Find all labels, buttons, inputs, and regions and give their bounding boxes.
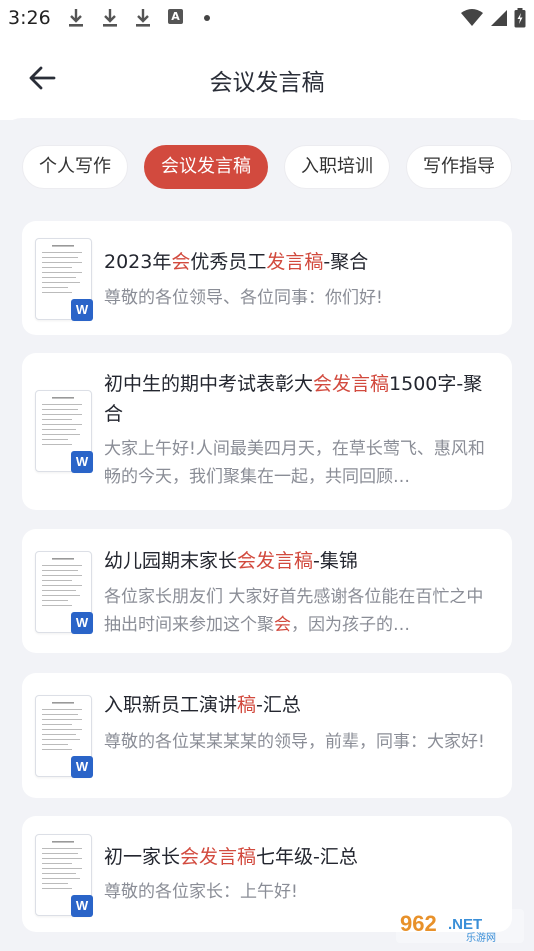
content-panel: 个人写作 会议发言稿 入职培训 写作指导 W 2023年会优秀员工发言稿-聚合 …: [0, 118, 534, 951]
article-summary: 尊敬的各位领导、各位同事：你们好!: [104, 288, 383, 308]
article-summary: 大家上午好!人间最美四月天，在草长莺飞、惠风和畅的今天，我们聚集在一起，共同回顾…: [104, 439, 485, 487]
dot-icon: [204, 15, 210, 21]
document-thumbnail: W: [35, 834, 93, 917]
article-title: 幼儿园期末家长会发言稿-集锦: [104, 550, 358, 572]
article-title: 入职新员工演讲稿-汇总: [104, 694, 301, 716]
status-bar: 3:26 A: [0, 0, 534, 36]
document-thumbnail: W: [35, 390, 93, 473]
document-thumbnail: W: [35, 551, 93, 634]
battery-icon: [514, 8, 526, 28]
word-doc-icon: W: [71, 451, 93, 473]
tab-personal-writing[interactable]: 个人写作: [22, 145, 128, 189]
list-item[interactable]: W 幼儿园期末家长会发言稿-集锦 各位家长朋友们 大家好首先感谢各位能在百忙之中…: [22, 529, 512, 653]
word-doc-icon: W: [71, 299, 93, 321]
a-badge-icon: A: [168, 9, 183, 24]
word-doc-icon: W: [71, 895, 93, 917]
download-icon: [136, 9, 150, 27]
word-doc-icon: W: [71, 756, 93, 778]
word-doc-icon: W: [71, 612, 93, 634]
article-title: 2023年会优秀员工发言稿-聚合: [104, 251, 369, 273]
category-tabs: 个人写作 会议发言稿 入职培训 写作指导: [22, 145, 534, 189]
tab-meeting-speech[interactable]: 会议发言稿: [144, 145, 268, 189]
status-right-icons: [460, 7, 526, 29]
signal-icon: [491, 10, 507, 26]
article-summary: 各位家长朋友们 大家好首先感谢各位能在百忙之中抽出时间来参加这个聚会，因为孩子的…: [104, 587, 484, 635]
watermark-main: 962: [400, 911, 437, 936]
article-summary: 尊敬的各位某某某某的领导，前辈，同事：大家好!: [104, 732, 485, 752]
list-item[interactable]: W 2023年会优秀员工发言稿-聚合 尊敬的各位领导、各位同事：你们好!: [22, 221, 512, 335]
article-summary: 尊敬的各位家长：上午好!: [104, 882, 298, 902]
download-icon: [103, 9, 117, 27]
article-title: 初一家长会发言稿七年级-汇总: [104, 846, 358, 868]
watermark-suffix: .NET: [448, 916, 482, 933]
status-time: 3:26: [8, 7, 51, 29]
page-title: 会议发言稿: [209, 70, 325, 96]
document-thumbnail: W: [35, 238, 93, 321]
list-item[interactable]: W 入职新员工演讲稿-汇总 尊敬的各位某某某某的领导，前辈，同事：大家好!: [22, 673, 512, 798]
tab-onboarding-training[interactable]: 入职培训: [284, 145, 390, 189]
wifi-icon: [461, 9, 483, 26]
download-icon: [69, 9, 83, 27]
document-thumbnail: W: [35, 695, 93, 778]
list-item[interactable]: W 初中生的期中考试表彰大会发言稿1500字-聚合 大家上午好!人间最美四月天，…: [22, 353, 512, 510]
tab-writing-guide[interactable]: 写作指导: [406, 145, 512, 189]
watermark-logo: 962 .NET 乐游网: [396, 909, 524, 943]
top-app-bar: 会议发言稿: [0, 36, 534, 120]
watermark-sub: 乐游网: [466, 931, 496, 943]
article-title: 初中生的期中考试表彰大会发言稿1500字-聚合: [104, 373, 483, 425]
